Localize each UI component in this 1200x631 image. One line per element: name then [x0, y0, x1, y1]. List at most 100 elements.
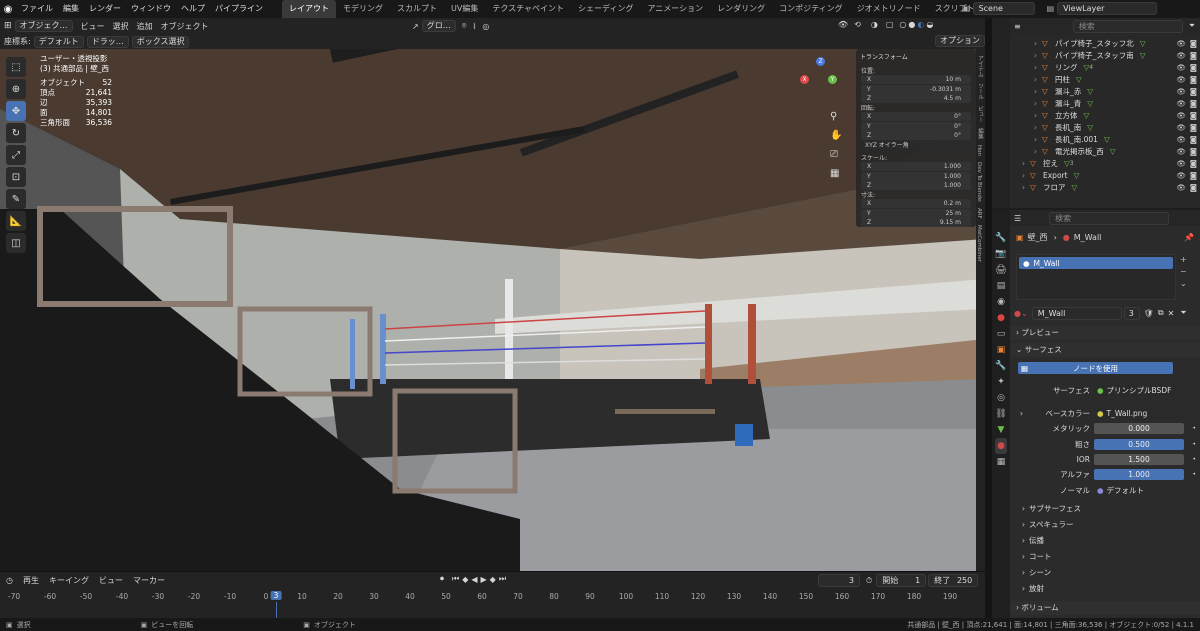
play-reverse-icon[interactable]: ◀ [471, 575, 477, 584]
unlink-icon[interactable]: ✕ [1168, 309, 1175, 318]
outliner-item[interactable]: › ▽ パイプ椅子_スタッフ北 ▽ 👁 ◙ [1010, 38, 1200, 50]
scale-row[interactable]: Y 1.000 [861, 171, 971, 181]
visibility-eye-icon[interactable]: 👁 [1176, 182, 1186, 194]
timeline-menu-item[interactable]: ビュー [99, 575, 123, 586]
menu-item[interactable]: ヘルプ [176, 0, 210, 18]
output-tab-icon[interactable]: 🖨 [995, 262, 1006, 278]
3d-viewport[interactable]: ⬚ ⊕ ✥ ↻ ⤢ ⊡ ✎ 📐 ◫ ユーザー・透視投影 (3) 共通部品 | 壁… [0, 49, 985, 571]
collapsed-section[interactable]: › 放射 [1010, 582, 1200, 596]
render-camera-icon[interactable]: ◙ [1190, 74, 1197, 86]
menu-item[interactable]: レンダー [84, 0, 126, 18]
z-axis-icon[interactable]: Z [816, 57, 825, 66]
visibility-eye-icon[interactable]: 👁 [1176, 50, 1186, 62]
visibility-eye-icon[interactable]: 👁 [1176, 134, 1186, 146]
ior-slider[interactable]: 1.500 [1094, 454, 1184, 465]
workspace-tab[interactable]: シェーディング [571, 0, 640, 18]
render-tab-icon[interactable]: 📷 [995, 246, 1006, 262]
navigation-gizmo[interactable]: Z X Y [800, 57, 844, 101]
dimensions-row[interactable]: Z 9.15 m [861, 218, 971, 227]
visibility-eye-icon[interactable]: 👁 [1176, 62, 1186, 74]
render-camera-icon[interactable]: ◙ [1190, 110, 1197, 122]
visibility-eye-icon[interactable]: 👁 [1176, 170, 1186, 182]
preview-section[interactable]: › プレビュー [1010, 326, 1200, 340]
location-row[interactable]: Z 4.5 m [861, 94, 971, 103]
prev-keyframe-icon[interactable]: ◆ [462, 575, 468, 584]
material-filter-icon[interactable]: ⏷ [1180, 308, 1186, 318]
render-camera-icon[interactable]: ◙ [1190, 134, 1197, 146]
collapsed-section[interactable]: › 伝播 [1010, 534, 1200, 548]
timeline-menu-item[interactable]: 再生 [23, 575, 39, 586]
outliner-filter-icon[interactable]: ≡ [1014, 22, 1021, 31]
add-cube-tool-icon[interactable]: ◫ [6, 233, 26, 253]
roughness-keyframe-icon[interactable]: • [1192, 438, 1196, 452]
stopwatch-icon[interactable]: ⏱ [866, 576, 872, 586]
pan-hand-icon[interactable]: ✋ [830, 126, 842, 145]
collapsed-section[interactable]: › サブサーフェス [1010, 502, 1200, 516]
visibility-eye-icon[interactable]: 👁 [1176, 146, 1186, 158]
scene-selector[interactable]: Scene [972, 2, 1035, 15]
play-icon[interactable]: ▶ [481, 575, 487, 584]
workspace-tab[interactable]: UV編集 [444, 0, 485, 18]
collapsed-section[interactable]: › シーン [1010, 566, 1200, 580]
camera-icon[interactable]: ⎚ [830, 145, 842, 164]
rotation-mode[interactable]: XYZ オイラー角 [861, 141, 971, 150]
roughness-slider[interactable]: 0.500 [1094, 439, 1184, 450]
funnel-icon[interactable]: ⏷ [1189, 21, 1195, 31]
expand-icon[interactable]: › [1022, 170, 1030, 182]
material-tab-icon[interactable]: ● [995, 438, 1007, 454]
slot-menu-icon[interactable]: ⌄ [1180, 278, 1187, 290]
ior-keyframe-icon[interactable]: • [1192, 453, 1196, 467]
visibility-eye-icon[interactable]: 👁 [1176, 86, 1186, 98]
outliner-item[interactable]: › ▽ 立方体 ▽ 👁 ◙ [1010, 110, 1200, 122]
workspace-tab[interactable]: レイアウト [282, 0, 336, 18]
expand-icon[interactable]: › [1034, 146, 1042, 158]
outliner-item[interactable]: › ▽ フロア ▽ 👁 ◙ [1010, 182, 1200, 194]
outliner-item[interactable]: › ▽ 漏斗_青 ▽ 👁 ◙ [1010, 98, 1200, 110]
gizmo-icon[interactable]: ⟲ [854, 20, 861, 29]
workspace-tab[interactable]: スカルプト [390, 0, 444, 18]
measure-tool-icon[interactable]: 📐 [6, 211, 26, 231]
render-camera-icon[interactable]: ◙ [1190, 170, 1197, 182]
physics-tab-icon[interactable]: ◎ [997, 390, 1005, 406]
shading-material-icon[interactable]: ◐ [917, 20, 924, 29]
outliner-search[interactable]: 検索 [1072, 19, 1183, 33]
visibility-eye-icon[interactable]: 👁 [1176, 38, 1186, 50]
transform-orientation-icon[interactable]: ↗ [412, 22, 419, 31]
select-box-tool-icon[interactable]: ⬚ [6, 57, 26, 77]
texture-tab-icon[interactable]: ▦ [997, 454, 1006, 470]
timeline-menu-item[interactable]: マーカー [133, 575, 165, 586]
scale-row[interactable]: Z 1.000 [861, 181, 971, 190]
zoom-icon[interactable]: ⚲ [830, 107, 842, 126]
expand-icon[interactable]: › [1034, 110, 1042, 122]
properties-search[interactable]: 検索 [1049, 211, 1170, 225]
modifier-tab-icon[interactable]: 🔧 [995, 358, 1006, 374]
fake-user-icon[interactable]: 🛡 [1144, 309, 1154, 318]
next-keyframe-icon[interactable]: ◆ [490, 575, 496, 584]
outliner-item[interactable]: › ▽ パイプ椅子_スタッフ南 ▽ 👁 ◙ [1010, 50, 1200, 62]
expand-icon[interactable]: › [1034, 98, 1042, 110]
shading-solid-icon[interactable]: ● [908, 20, 915, 29]
constraints-tab-icon[interactable]: ⛓ [995, 406, 1006, 422]
start-frame-field[interactable]: 開始 1 [876, 574, 927, 587]
visibility-eye-icon[interactable]: 👁 [1176, 122, 1186, 134]
area-divider[interactable] [985, 18, 992, 618]
outliner-item[interactable]: › ▽ 漏斗_赤 ▽ 👁 ◙ [1010, 86, 1200, 98]
material-name-field[interactable]: M_Wall [1031, 306, 1122, 320]
current-frame-field[interactable]: 3 [818, 574, 860, 587]
viewport-menu-item[interactable]: 選択 [113, 21, 129, 32]
render-camera-icon[interactable]: ◙ [1190, 158, 1197, 170]
collapsed-section[interactable]: › スペキュラー [1010, 518, 1200, 532]
viewport-menu-item[interactable]: ビュー [81, 21, 105, 32]
mode-selector[interactable]: オブジェク… [14, 20, 73, 32]
rotation-row[interactable]: Y 0° [861, 121, 971, 131]
shading-wire-icon[interactable]: ○ [899, 20, 906, 29]
xray-icon[interactable]: ▢ [886, 20, 894, 29]
sidebar-tab[interactable]: アイテム [976, 55, 984, 77]
transform-tool-icon[interactable]: ⊡ [6, 167, 26, 187]
workspace-tab[interactable]: レンダリング [710, 0, 772, 18]
render-camera-icon[interactable]: ◙ [1190, 38, 1197, 50]
workspace-tab[interactable]: コンポジティング [772, 0, 850, 18]
jump-end-icon[interactable]: ⏭ [499, 574, 506, 584]
drag-selector[interactable]: ドラッ… [86, 35, 129, 48]
expand-icon[interactable]: › [1022, 182, 1030, 194]
